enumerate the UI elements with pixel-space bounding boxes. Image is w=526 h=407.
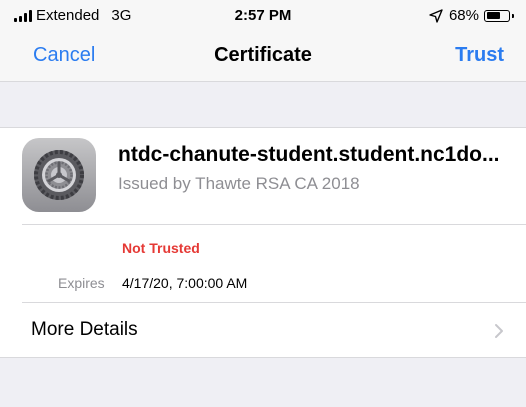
battery-tip — [511, 13, 514, 18]
divider — [22, 224, 526, 225]
expires-value: 4/17/20, 7:00:00 AM — [122, 275, 248, 291]
page-title: Certificate — [214, 44, 312, 66]
navigation-bar: Cancel Certificate Trust — [0, 32, 526, 82]
battery-percent: 68% — [448, 7, 479, 24]
trust-status: Not Trusted — [122, 240, 200, 256]
gear-icon — [34, 150, 84, 200]
certificate-gear-icon — [22, 138, 96, 212]
section-spacer — [0, 82, 526, 128]
trust-button[interactable]: Trust — [455, 44, 504, 67]
expires-label: Expires — [58, 275, 105, 291]
more-details-label: More Details — [31, 319, 138, 340]
battery-level-fill — [486, 12, 501, 19]
status-bar: Extended 3G 2:57 PM 68% — [0, 0, 526, 32]
chevron-right-icon — [495, 324, 503, 338]
certificate-header: ntdc-chanute-student.student.nc1do... Is… — [0, 128, 526, 224]
more-details-row[interactable]: More Details — [0, 303, 526, 357]
certificate-issuer: Issued by Thawte RSA CA 2018 — [118, 174, 360, 193]
section-spacer — [0, 358, 526, 407]
certificate-name: ntdc-chanute-student.student.nc1do... — [118, 143, 500, 166]
certificate-card: ntdc-chanute-student.student.nc1do... Is… — [0, 128, 526, 358]
location-arrow-icon — [429, 8, 443, 23]
battery-icon — [484, 9, 514, 22]
status-bar-right: 68% — [429, 7, 514, 24]
